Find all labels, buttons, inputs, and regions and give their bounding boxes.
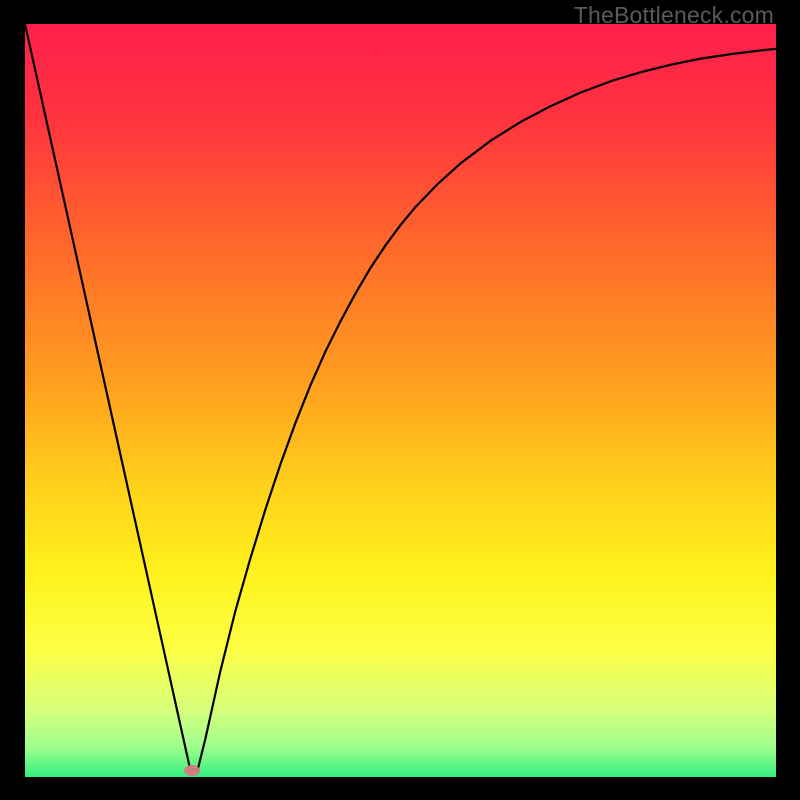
bottleneck-curve — [25, 24, 776, 777]
plot-area — [25, 24, 776, 777]
chart-root: TheBottleneck.com — [0, 0, 800, 800]
